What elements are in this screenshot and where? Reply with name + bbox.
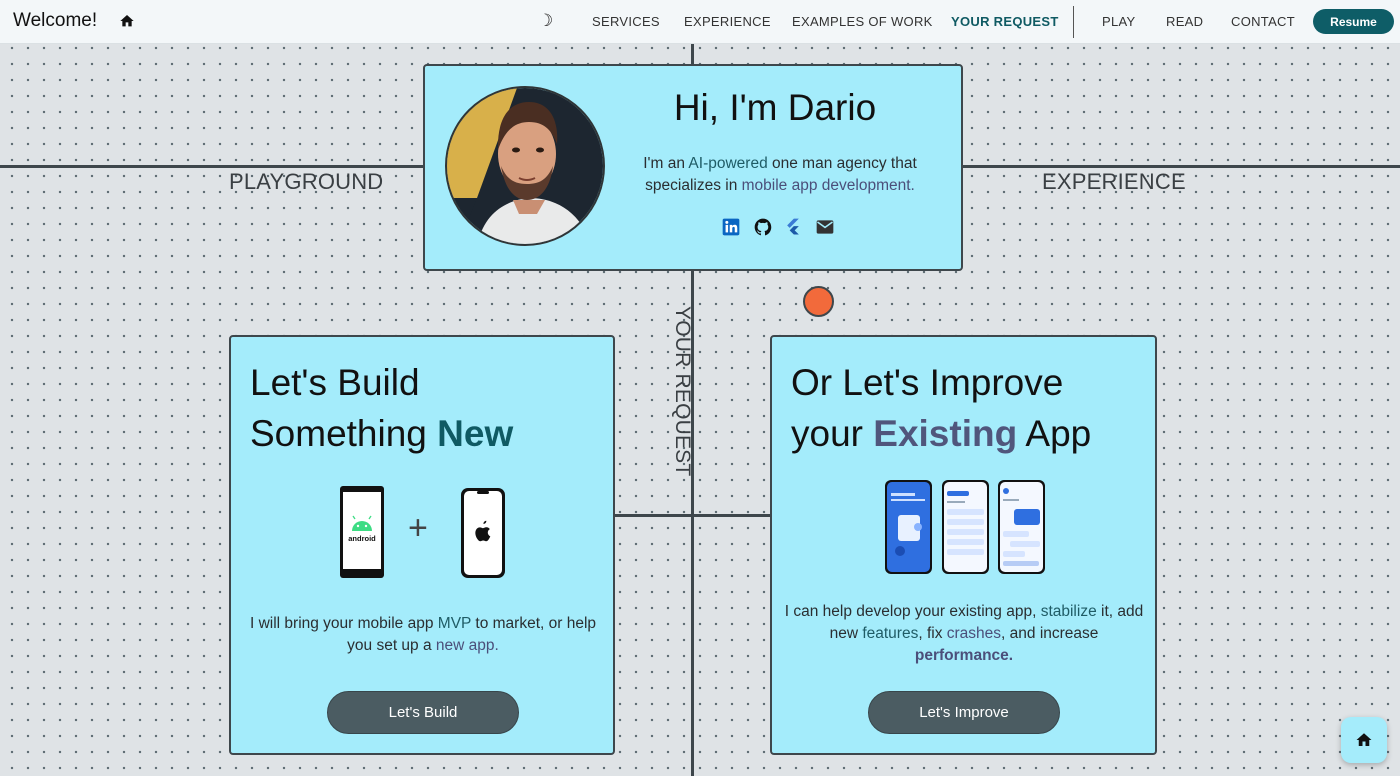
build-card-title: Let's Build Something New <box>250 357 513 459</box>
top-navbar: Welcome! ☽ SERVICES EXPERIENCE EXAMPLES … <box>0 0 1400 44</box>
grid-line-horizontal-mid <box>615 514 771 517</box>
nav-experience[interactable]: EXPERIENCE <box>684 14 771 29</box>
nav-play[interactable]: PLAY <box>1102 14 1135 29</box>
linkedin-icon[interactable] <box>721 217 741 237</box>
quadrant-label-your-request[interactable]: YOUR REQUEST <box>670 306 694 476</box>
improve-title-line2-end: App <box>1017 413 1092 454</box>
lets-improve-button[interactable]: Let's Improve <box>868 691 1060 734</box>
hero-title: Hi, I'm Dario <box>673 87 877 128</box>
hero-desc-highlight: mobile app development. <box>741 177 915 194</box>
avatar <box>445 86 605 246</box>
github-icon[interactable] <box>753 217 773 237</box>
hero-desc-highlight: AI-powered <box>688 155 768 172</box>
home-icon[interactable] <box>119 13 135 29</box>
improve-desc-text: , fix <box>918 625 947 642</box>
improve-desc-highlight: features <box>862 625 919 642</box>
android-phone-icon: android <box>340 486 384 578</box>
floating-home-button[interactable] <box>1341 717 1387 763</box>
orange-marker <box>803 286 834 317</box>
nav-services[interactable]: SERVICES <box>592 14 660 29</box>
build-title-line2: Something <box>250 413 438 454</box>
nav-your-request[interactable]: YOUR REQUEST <box>951 14 1059 29</box>
build-card: Let's Build Something New android + I wi… <box>229 335 615 755</box>
nav-contact[interactable]: CONTACT <box>1231 14 1295 29</box>
home-icon <box>1356 733 1372 746</box>
build-desc-text: I will bring your mobile app <box>249 615 438 632</box>
app-screens-illustration <box>885 480 1045 574</box>
improve-desc-text: , and increase <box>1001 625 1099 642</box>
improve-desc-highlight: stabilize <box>1040 603 1097 620</box>
improve-desc-text: I can help develop your existing app, <box>784 603 1041 620</box>
build-desc-highlight: new app. <box>435 637 499 654</box>
flutter-icon[interactable] <box>783 217 803 237</box>
build-title-accent: New <box>437 413 514 454</box>
build-card-description: I will bring your mobile app MVP to mark… <box>241 613 605 657</box>
improve-card: Or Let's Improve your Existing App I can… <box>770 335 1157 755</box>
build-title-line1: Let's Build <box>250 362 420 403</box>
hero-description: I'm an AI-powered one man agency that sp… <box>615 153 945 197</box>
svg-text:android: android <box>348 534 376 543</box>
lets-build-button[interactable]: Let's Build <box>327 691 519 734</box>
quadrant-label-playground[interactable]: PLAYGROUND <box>229 169 383 195</box>
nav-divider <box>1073 6 1074 38</box>
site-brand[interactable]: Welcome! <box>13 10 97 32</box>
improve-card-description: I can help develop your existing app, st… <box>782 601 1146 667</box>
improve-title-line1: Or Let's Improve <box>791 362 1064 403</box>
nav-examples-of-work[interactable]: EXAMPLES OF WORK <box>792 14 933 29</box>
build-desc-highlight: MVP <box>437 615 472 632</box>
improve-card-title: Or Let's Improve your Existing App <box>791 357 1091 459</box>
plus-sign: + <box>408 509 428 547</box>
nav-read[interactable]: READ <box>1166 14 1203 29</box>
hero-desc-text: I'm an <box>643 155 689 172</box>
resume-button[interactable]: Resume <box>1313 9 1394 34</box>
iphone-icon <box>461 488 505 578</box>
intro-card: Hi, I'm Dario I'm an AI-powered one man … <box>423 64 963 271</box>
mail-icon[interactable] <box>815 217 835 237</box>
improve-title-line2: your <box>791 413 874 454</box>
improve-desc-highlight: crashes <box>946 625 1002 642</box>
improve-desc-highlight: performance. <box>914 647 1014 664</box>
improve-title-accent: Existing <box>873 413 1018 454</box>
moon-icon[interactable]: ☽ <box>538 12 554 30</box>
quadrant-label-experience[interactable]: EXPERIENCE <box>1042 169 1186 195</box>
